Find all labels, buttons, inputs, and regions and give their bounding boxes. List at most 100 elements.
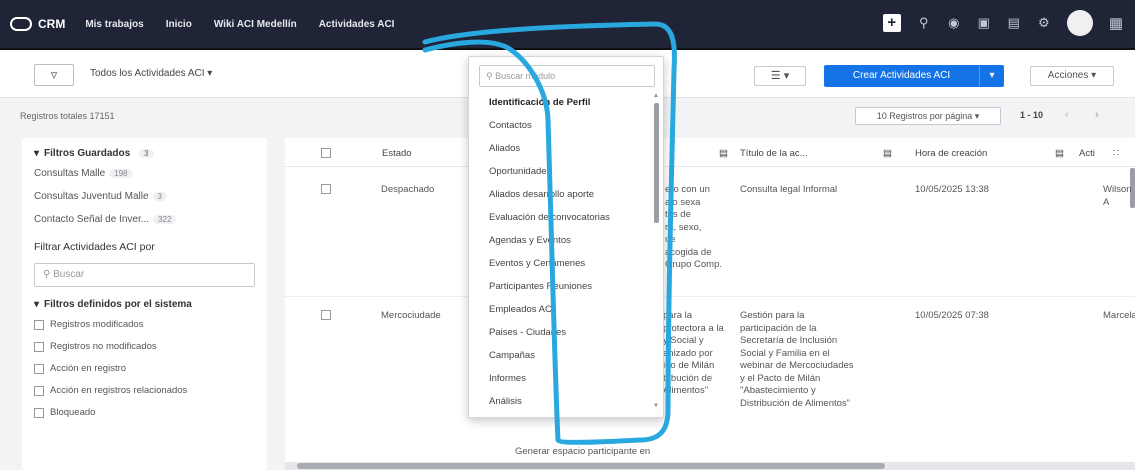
chart-icon[interactable]: ▤ xyxy=(1007,15,1021,31)
calendar-icon[interactable]: ▣ xyxy=(977,15,991,31)
apps-grid-icon[interactable]: ▦ xyxy=(1109,14,1123,32)
desc-line: y Social y xyxy=(663,335,704,346)
system-filter-label: Registros modificados xyxy=(50,319,144,330)
create-record-button[interactable]: Crear Actividades ACI ▾ xyxy=(824,65,1004,87)
list-view-button[interactable]: ☰ ▾ xyxy=(754,66,806,86)
horizontal-scrollbar[interactable] xyxy=(285,462,1135,470)
module-item[interactable]: Aliados xyxy=(489,143,520,154)
filter-toggle-button[interactable]: ▿ xyxy=(34,64,74,86)
checkbox[interactable] xyxy=(34,385,44,396)
desc-line: ajo sexa xyxy=(665,196,701,208)
app-logo[interactable]: CRM xyxy=(10,17,65,31)
dropdown-scrollbar[interactable] xyxy=(654,103,659,223)
system-filter-label: Registros no modificados xyxy=(50,341,157,352)
view-selector[interactable]: Todos los Actividades ACI ▾ xyxy=(90,68,212,79)
row-checkbox[interactable] xyxy=(321,184,331,194)
scroll-up-icon[interactable]: ▲ xyxy=(653,93,659,99)
bell-icon[interactable]: ◉ xyxy=(947,15,961,31)
saved-filters-header[interactable]: ▾ Filtros Guardados 3 xyxy=(34,148,255,159)
column-resize-icon[interactable]: ∷ xyxy=(1113,148,1119,159)
create-record-label: Crear Actividades ACI xyxy=(824,65,980,87)
system-filter-item[interactable]: Bloqueado xyxy=(34,407,255,418)
module-item[interactable]: Oportunidades xyxy=(489,166,551,177)
module-item[interactable]: Identificación de Perfil xyxy=(489,97,590,108)
select-all-checkbox[interactable] xyxy=(321,148,331,158)
system-filter-label: Acción en registro xyxy=(50,363,127,374)
nav-tab-actividades-aci[interactable]: Actividades ACI xyxy=(319,19,395,30)
column-header-actividad[interactable]: Acti xyxy=(1079,148,1095,159)
saved-filter-label: Consultas Juventud Malle xyxy=(34,191,149,202)
saved-filter-item[interactable]: Contacto Señal de Inver... 322 xyxy=(34,214,255,225)
quick-create-icon[interactable]: + xyxy=(882,14,901,32)
cell-actor: Wilson A xyxy=(1103,184,1132,208)
desc-line: acogida de xyxy=(665,246,712,258)
nav-tab-wiki[interactable]: Wiki ACI Medellín xyxy=(214,19,297,30)
cell-titulo[interactable]: Consulta legal Informal xyxy=(740,184,837,197)
logo-icon xyxy=(10,17,32,31)
cell-hora-creacion: 10/05/2025 07:38 xyxy=(915,310,989,321)
cell-titulo[interactable]: Gestión para la participación de la Secr… xyxy=(740,310,854,410)
horizontal-scrollbar-thumb[interactable] xyxy=(297,463,885,469)
settings-icon[interactable]: ⚙ xyxy=(1037,15,1051,31)
cell-estado[interactable]: Mercociudade xyxy=(381,310,441,323)
module-item[interactable]: Evaluación de convocatorias xyxy=(489,212,610,223)
app-name: CRM xyxy=(38,17,66,31)
system-filter-item[interactable]: Acción en registros relacionados xyxy=(34,385,255,396)
system-filter-item[interactable]: Registros modificados xyxy=(34,319,255,330)
search-icon[interactable]: ⚲ xyxy=(917,15,931,31)
saved-filters-title: Filtros Guardados xyxy=(44,148,131,159)
saved-filter-count: 198 xyxy=(109,169,133,178)
collapse-icon: ▾ xyxy=(34,299,40,310)
system-filter-item[interactable]: Acción en registro xyxy=(34,363,255,374)
actions-button[interactable]: Acciones ▾ xyxy=(1030,66,1114,86)
module-item[interactable]: Campañas xyxy=(489,350,535,361)
chevron-down-icon[interactable]: ▾ xyxy=(980,65,1004,87)
column-header-hora-creacion[interactable]: Hora de creación xyxy=(915,148,987,159)
column-header-estado[interactable]: Estado xyxy=(382,148,412,159)
system-filters-title: Filtros definidos por el sistema xyxy=(44,299,192,310)
checkbox[interactable] xyxy=(34,363,44,374)
module-item[interactable]: Contactos xyxy=(489,120,532,131)
module-item[interactable]: Aliados desarrollo aporte xyxy=(489,189,594,200)
row-divider xyxy=(285,296,1135,297)
checkbox[interactable] xyxy=(34,319,44,330)
page-size-select[interactable]: 10 Registros por página ▾ xyxy=(855,107,1001,125)
nav-tab-inicio[interactable]: Inicio xyxy=(166,19,192,30)
scroll-down-icon[interactable]: ▼ xyxy=(653,403,659,409)
cell-estado[interactable]: Despachado xyxy=(381,184,434,197)
actions-label: Acciones xyxy=(1047,70,1089,81)
module-item[interactable]: Análisis xyxy=(489,396,522,407)
saved-filter-item[interactable]: Consultas Juventud Malle 3 xyxy=(34,191,255,202)
column-filter-icon[interactable]: ▤ xyxy=(719,148,728,159)
top-navigation-bar: CRM Mis trabajos Inicio Wiki ACI Medellí… xyxy=(0,0,1135,50)
saved-filter-item[interactable]: Consultas Malle 198 xyxy=(34,168,255,179)
records-table: Estado ▤ Título de la ac... ▤ Hora de cr… xyxy=(285,138,1135,470)
column-filter-icon[interactable]: ▤ xyxy=(883,148,892,159)
saved-filter-label: Contacto Señal de Inver... xyxy=(34,214,150,225)
checkbox[interactable] xyxy=(34,341,44,352)
desc-line: Grupo Comp. xyxy=(665,259,723,270)
avatar[interactable] xyxy=(1066,10,1093,36)
module-item[interactable]: Paises - Ciudades xyxy=(489,327,566,338)
module-search-input[interactable]: ⚲ Buscar módulo xyxy=(479,65,655,87)
desc-line: ue xyxy=(665,234,676,245)
filter-search-input[interactable]: ⚲ Buscar xyxy=(34,263,255,287)
checkbox[interactable] xyxy=(34,407,44,418)
desc-line: ido de Milán xyxy=(663,360,715,371)
desc-line: para la xyxy=(663,310,693,321)
module-item[interactable]: Participantes Reuniones xyxy=(489,281,592,292)
nav-tab-mis-trabajos[interactable]: Mis trabajos xyxy=(85,19,143,30)
module-item[interactable]: Eventos y Certámenes xyxy=(489,258,585,269)
desc-line: Alimentos" xyxy=(663,385,709,396)
column-header-titulo[interactable]: Título de la ac... xyxy=(740,148,808,159)
column-filter-icon[interactable]: ▤ xyxy=(1055,148,1064,159)
partial-row-text: Generar espacio participante en xyxy=(515,446,651,457)
row-checkbox[interactable] xyxy=(321,310,331,320)
system-filters-header[interactable]: ▾ Filtros definidos por el sistema xyxy=(34,299,255,310)
next-page-icon[interactable]: › xyxy=(1095,109,1099,121)
previous-page-icon[interactable]: ‹ xyxy=(1065,109,1069,121)
system-filter-item[interactable]: Registros no modificados xyxy=(34,341,255,352)
module-item[interactable]: Empleados ACI xyxy=(489,304,554,315)
module-item[interactable]: Informes xyxy=(489,373,526,384)
module-item[interactable]: Agendas y Eventos xyxy=(489,235,571,246)
